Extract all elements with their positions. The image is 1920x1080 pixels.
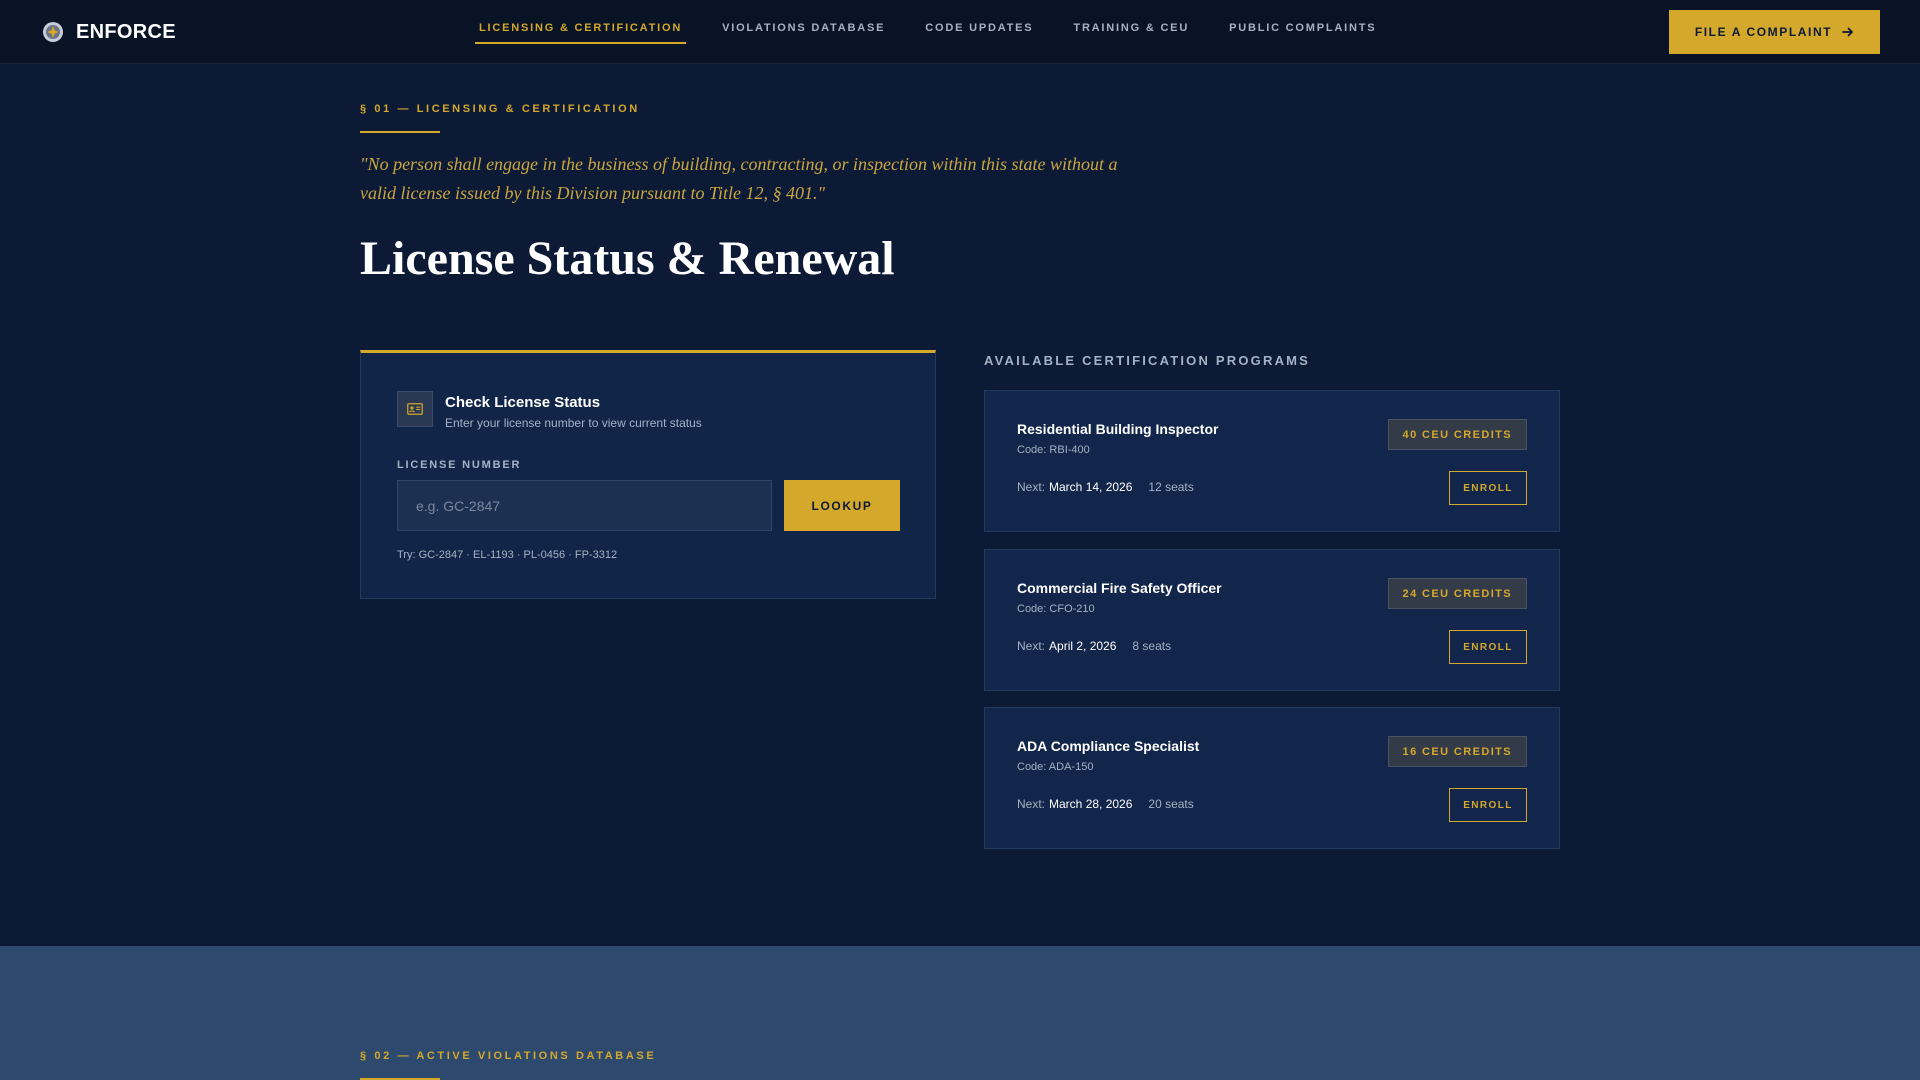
ceu-credits-badge: 16 CEU CREDITS [1387,736,1527,767]
program-name: ADA Compliance Specialist [1017,738,1200,754]
program-name: Residential Building Inspector [1017,421,1219,437]
section-underline [360,131,440,133]
program-schedule: Next: April 2, 2026 8 seats [1017,639,1171,653]
program-card: Residential Building Inspector Code: RBI… [984,390,1560,532]
nav-code-updates[interactable]: CODE UPDATES [921,22,1037,44]
violations-section: § 02 — ACTIVE VIOLATIONS DATABASE [0,946,1920,1080]
main-nav: LICENSING & CERTIFICATION VIOLATIONS DAT… [475,22,1412,44]
program-card: Commercial Fire Safety Officer Code: CFO… [984,549,1560,691]
file-complaint-label: FILE A COMPLAINT [1694,25,1833,39]
license-check-card: Check License Status Enter your license … [360,350,936,599]
nav-violations[interactable]: VIOLATIONS DATABASE [718,22,889,44]
seal-icon [43,22,63,42]
enroll-button[interactable]: ENROLL [1449,630,1527,664]
section-label: § 01 — LICENSING & CERTIFICATION [360,103,640,115]
license-number-label: LICENSE NUMBER [397,459,522,471]
seats-count: 12 seats [1148,480,1194,494]
ceu-credits-badge: 40 CEU CREDITS [1387,419,1527,450]
next-date: March 28, 2026 [1049,797,1133,811]
program-code: Code: CFO-210 [1017,603,1095,615]
brand-name: ENFORCE [76,20,176,43]
ceu-credits-badge: 24 CEU CREDITS [1387,578,1527,609]
enroll-button[interactable]: ENROLL [1449,471,1527,505]
program-schedule: Next: March 14, 2026 12 seats [1017,480,1194,494]
next-date: April 2, 2026 [1049,639,1117,653]
nav-training[interactable]: TRAINING & CEU [1069,22,1193,44]
next-date: March 14, 2026 [1049,480,1133,494]
nav-complaints[interactable]: PUBLIC COMPLAINTS [1225,22,1380,44]
license-check-title: Check License Status [445,394,601,411]
next-label: Next: [1017,480,1046,494]
nav-licensing[interactable]: LICENSING & CERTIFICATION [475,22,687,44]
file-complaint-button[interactable]: FILE A COMPLAINT [1669,10,1880,54]
section-label: § 02 — ACTIVE VIOLATIONS DATABASE [360,1050,657,1062]
page-title: License Status & Renewal [360,232,895,285]
program-code: Code: ADA-150 [1017,761,1094,773]
license-examples: Try: GC-2847 · EL-1193 · PL-0456 · FP-33… [397,549,618,561]
enroll-button[interactable]: ENROLL [1449,788,1527,822]
program-code: Code: RBI-400 [1017,444,1090,456]
top-nav: ENFORCE LICENSING & CERTIFICATION VIOLAT… [0,0,1920,64]
seats-count: 20 seats [1148,797,1194,811]
id-card-icon [407,403,423,415]
program-name: Commercial Fire Safety Officer [1017,580,1222,596]
statute-quote: "No person shall engage in the business … [360,154,1118,203]
lookup-button[interactable]: LOOKUP [784,480,900,531]
programs-heading: AVAILABLE CERTIFICATION PROGRAMS [984,353,1311,368]
seats-count: 8 seats [1132,639,1172,653]
license-check-subtitle: Enter your license number to view curren… [445,416,702,430]
program-card: ADA Compliance Specialist Code: ADA-150 … [984,707,1560,849]
license-icon-box [397,391,433,427]
arrow-right-icon [1842,27,1854,37]
license-number-input[interactable] [397,480,772,531]
next-label: Next: [1017,797,1046,811]
brand-logo[interactable]: ENFORCE [42,20,176,44]
next-label: Next: [1017,639,1046,653]
program-schedule: Next: March 28, 2026 20 seats [1017,797,1194,811]
